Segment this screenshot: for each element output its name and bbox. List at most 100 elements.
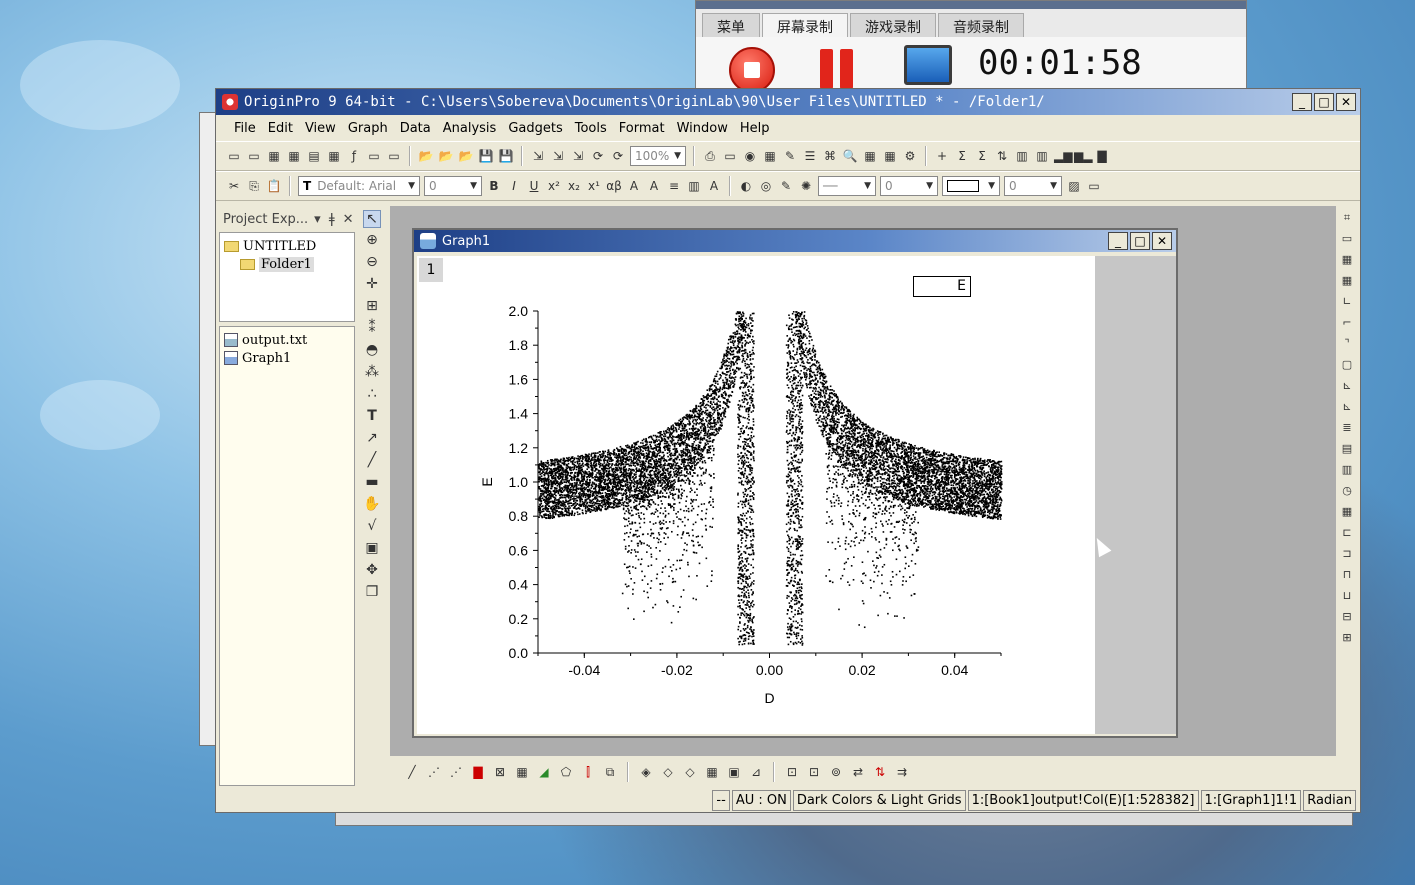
pointer-icon[interactable]: ↖ — [363, 210, 381, 228]
add-column-icon[interactable]: + — [934, 148, 950, 164]
results-log-icon[interactable]: ▦ — [762, 148, 778, 164]
maximize-button[interactable]: □ — [1314, 93, 1334, 111]
superscript-icon[interactable]: x² — [546, 178, 562, 194]
insert-graph-icon[interactable]: ▣ — [363, 540, 381, 558]
open-icon[interactable]: 📂 — [418, 148, 434, 164]
line-style-combo[interactable]: ── ▼ — [818, 176, 876, 196]
graph-minimize-button[interactable]: _ — [1108, 232, 1128, 250]
data-reader-icon[interactable]: ✛ — [363, 276, 381, 294]
decrease-font-icon[interactable]: A — [646, 178, 662, 194]
project-explorer-icon[interactable]: ⌘ — [822, 148, 838, 164]
import-icon[interactable]: ⇲ — [530, 148, 546, 164]
new-workbook-icon[interactable]: ▦ — [266, 148, 282, 164]
align-icon[interactable]: ≡ — [666, 178, 682, 194]
object-manager-icon[interactable]: 🔍 — [842, 148, 858, 164]
close-button[interactable]: ✕ — [1336, 93, 1356, 111]
line-width-combo[interactable]: 0 ▼ — [880, 176, 938, 196]
new-matrix-icon[interactable]: ▦ — [326, 148, 342, 164]
color-icon[interactable]: ◉ — [742, 148, 758, 164]
equation-icon[interactable]: √ — [363, 518, 381, 536]
list-item[interactable]: output.txt — [224, 331, 350, 349]
tab-screen-record[interactable]: 屏幕录制 — [762, 13, 848, 37]
subscript-icon[interactable]: x₂ — [566, 178, 582, 194]
copy-icon[interactable]: ⎘ — [246, 178, 262, 194]
graph-window[interactable]: Graph1 _ □ ✕ 1 E -0.04 -0.02 0.00 0.02 0.04 0… — [412, 228, 1178, 738]
minimize-button[interactable]: _ — [1292, 93, 1312, 111]
menu-format[interactable]: Format — [613, 121, 671, 136]
open-excel-icon[interactable]: 📂 — [458, 148, 474, 164]
layer-icon[interactable]: ❐ — [363, 584, 381, 602]
menu-view[interactable]: View — [299, 121, 342, 136]
new-function-icon[interactable]: ƒ — [346, 148, 362, 164]
italic-icon[interactable]: I — [506, 178, 522, 194]
print-icon[interactable]: ⎙ — [702, 148, 718, 164]
histogram-icon[interactable]: ▂▆ — [1054, 148, 1072, 164]
recalculate-icon[interactable]: ⟳ — [590, 148, 606, 164]
font-color-icon[interactable]: A — [706, 178, 722, 194]
increase-font-icon[interactable]: A — [626, 178, 642, 194]
graph-maximize-button[interactable]: □ — [1130, 232, 1150, 250]
line-tool-icon[interactable]: ╱ — [363, 452, 381, 470]
text-tool-icon[interactable]: T — [363, 408, 381, 426]
tab-game-record[interactable]: 游戏录制 — [850, 13, 936, 37]
menu-window[interactable]: Window — [671, 121, 734, 136]
sort-icon[interactable]: ⇅ — [994, 148, 1010, 164]
pause-record-button[interactable] — [820, 49, 860, 89]
border-icon[interactable]: ▭ — [1086, 178, 1102, 194]
settings-icon[interactable]: ⚙ — [902, 148, 918, 164]
open-template-icon[interactable]: 📂 — [438, 148, 454, 164]
sum-icon[interactable]: Σ — [974, 148, 990, 164]
move-icon[interactable]: ✥ — [363, 562, 381, 580]
rectangle-tool-icon[interactable]: ▬ — [363, 474, 381, 492]
zoom-out-icon[interactable]: ⊖ — [363, 254, 381, 272]
screen-reader-icon[interactable]: ⊞ — [363, 298, 381, 316]
new-layout-icon[interactable]: ▭ — [366, 148, 382, 164]
hand-icon[interactable]: ✋ — [363, 496, 381, 514]
code-builder-icon[interactable]: ✎ — [782, 148, 798, 164]
script-window-icon[interactable]: ▦ — [882, 148, 898, 164]
pin-icon[interactable]: ǂ — [329, 212, 335, 227]
pattern-color-icon[interactable]: ◎ — [758, 178, 774, 194]
menu-gadgets[interactable]: Gadgets — [502, 121, 568, 136]
fill-pattern-combo[interactable]: ▼ — [942, 176, 1000, 196]
zoom-combo[interactable]: 100% ▼ — [630, 146, 686, 166]
tab-audio-record[interactable]: 音频录制 — [938, 13, 1024, 37]
dropdown-icon[interactable]: ▾ — [314, 212, 321, 227]
tree-root[interactable]: UNTITLED — [224, 237, 350, 255]
graph-page[interactable]: 1 E -0.04 -0.02 0.00 0.02 0.04 0.0 0.2 0.4 0.6 0.… — [417, 256, 1095, 734]
data-selector-icon[interactable]: ⁑ — [363, 320, 381, 338]
tab-menu[interactable]: 菜单 — [702, 13, 760, 37]
menu-edit[interactable]: Edit — [262, 121, 299, 136]
command-window-icon[interactable]: ☰ — [802, 148, 818, 164]
save-template-icon[interactable]: 💾 — [498, 148, 514, 164]
column-chart-icon[interactable]: ▇ — [1094, 148, 1110, 164]
new-graph-icon[interactable]: ▤ — [306, 148, 322, 164]
cut-icon[interactable]: ✂ — [226, 178, 242, 194]
regional-data-icon[interactable]: ◓ — [363, 342, 381, 360]
zoom-in-icon[interactable]: ⊕ — [363, 232, 381, 250]
import-wizard-icon[interactable]: ⇲ — [570, 148, 586, 164]
monitor-icon[interactable] — [904, 45, 952, 85]
font-size-combo[interactable]: 0 ▼ — [424, 176, 482, 196]
new-folder-icon[interactable]: ▭ — [246, 148, 262, 164]
greek-icon[interactable]: αβ — [606, 178, 622, 194]
new-excel-icon[interactable]: ▦ — [286, 148, 302, 164]
statistics-icon[interactable]: Σ — [954, 148, 970, 164]
pattern-size-combo[interactable]: 0 ▼ — [1004, 176, 1062, 196]
paste-icon[interactable]: 📋 — [266, 178, 282, 194]
column-values-icon[interactable]: ▥ — [1034, 148, 1050, 164]
refresh-icon[interactable]: ⟳ — [610, 148, 626, 164]
pattern-icon[interactable]: ▥ — [686, 178, 702, 194]
arrow-tool-icon[interactable]: ↗ — [363, 430, 381, 448]
bold-icon[interactable]: B — [486, 178, 502, 194]
close-icon[interactable]: ✕ — [343, 212, 354, 227]
message-log-icon[interactable]: ▦ — [862, 148, 878, 164]
import-multiple-icon[interactable]: ⇲ — [550, 148, 566, 164]
menu-graph[interactable]: Graph — [342, 121, 394, 136]
fill-color-icon[interactable]: ◐ — [738, 178, 754, 194]
new-notes-icon[interactable]: ▭ — [386, 148, 402, 164]
menu-data[interactable]: Data — [394, 121, 437, 136]
menu-analysis[interactable]: Analysis — [437, 121, 503, 136]
stop-record-button[interactable] — [729, 47, 775, 93]
underline-icon[interactable]: U — [526, 178, 542, 194]
